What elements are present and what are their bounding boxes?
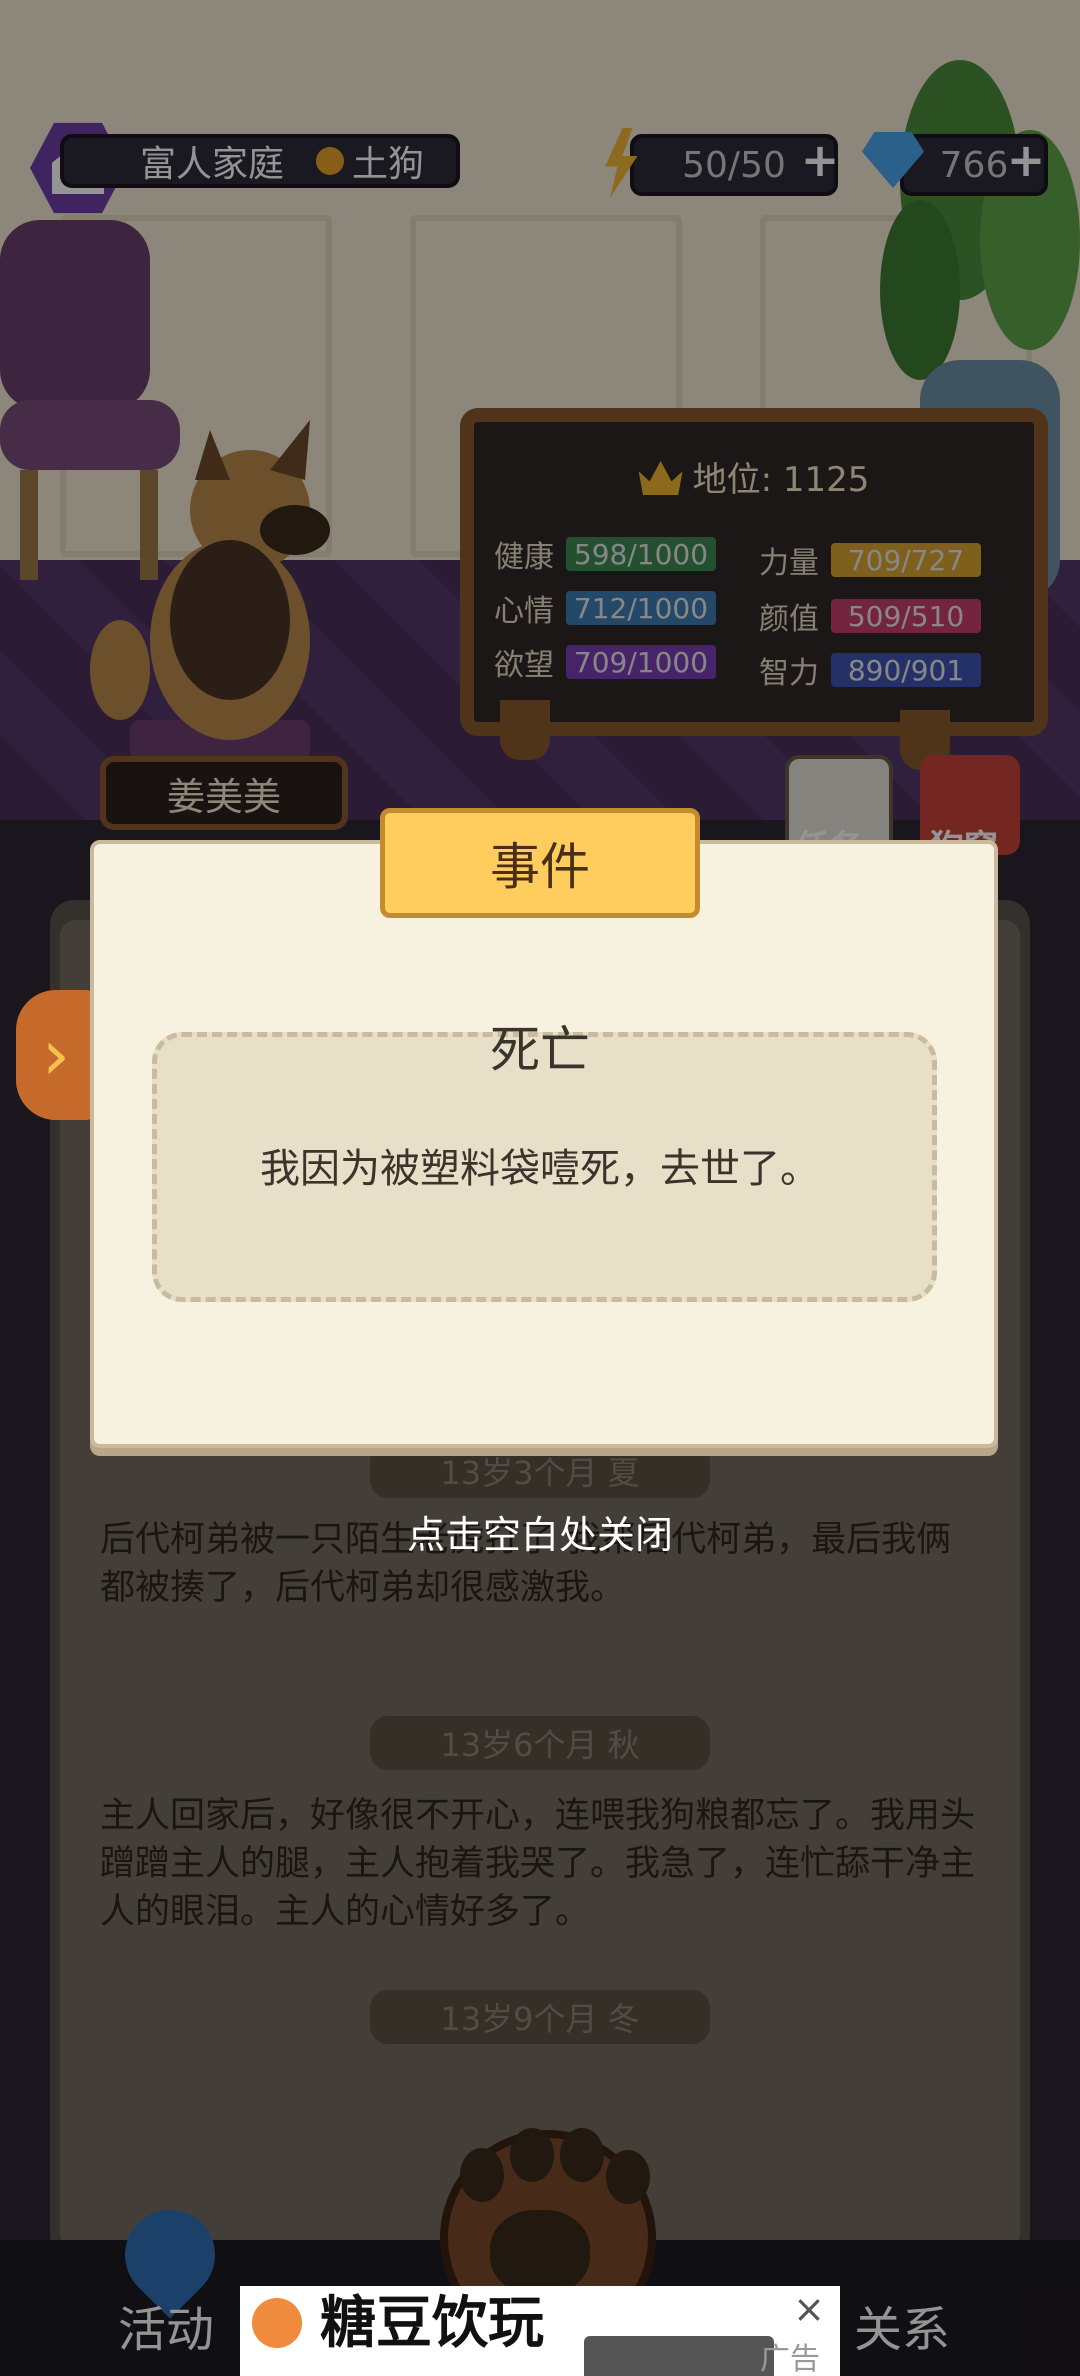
ad-banner[interactable]: 糖豆饮玩 × 广告 [240, 2286, 840, 2376]
event-dialog-title: 死亡 [490, 1021, 590, 1079]
ad-title: 糖豆饮玩 [320, 2291, 544, 2356]
close-icon[interactable]: × [792, 2290, 826, 2328]
ad-detail-button[interactable] [584, 2336, 774, 2376]
event-dialog-body: 我因为被塑料袋噎死，去世了。 [260, 1146, 820, 1192]
ad-logo [252, 2298, 302, 2348]
close-hint: 点击空白处关闭 [406, 1513, 673, 1557]
ad-tag: 广告 [760, 2342, 820, 2376]
event-dialog-header: 事件 [380, 808, 700, 918]
